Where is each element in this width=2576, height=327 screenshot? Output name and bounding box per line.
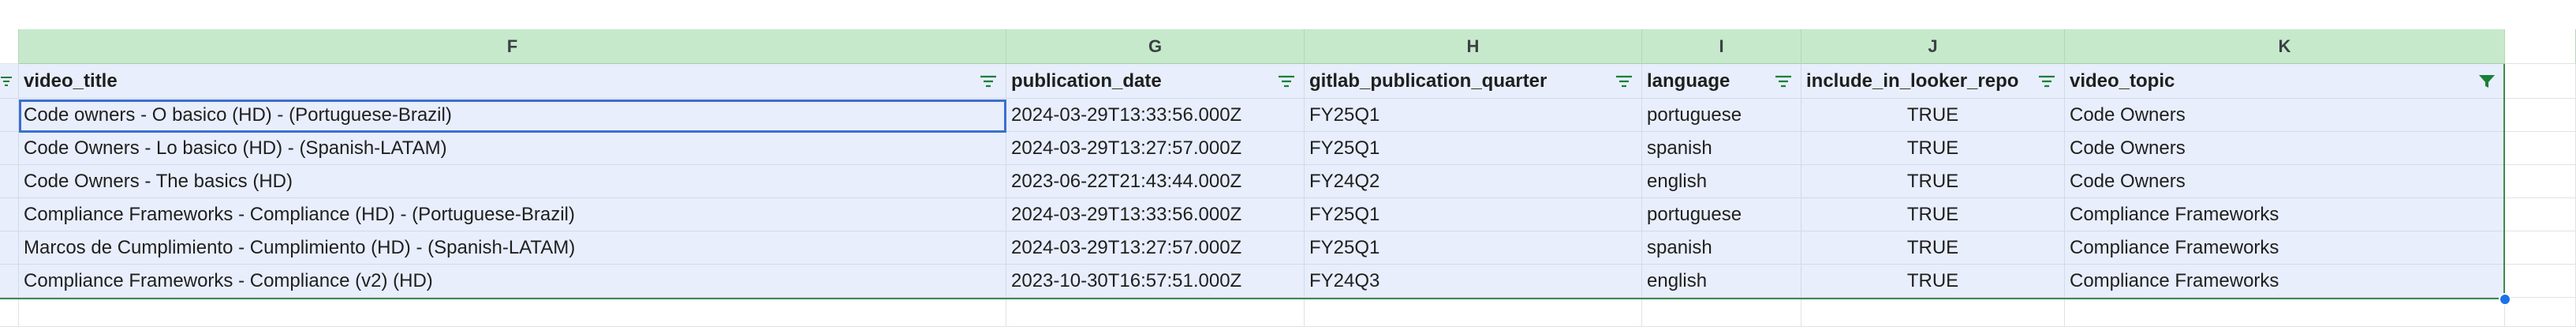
column-header-blank[interactable] bbox=[2505, 29, 2576, 64]
filter-lines-icon[interactable] bbox=[1277, 75, 1296, 88]
table-row: Marcos de Cumplimiento - Cumplimiento (H… bbox=[0, 231, 2576, 265]
column-header-k[interactable]: K bbox=[2065, 29, 2505, 64]
header-cell-video-topic[interactable]: video_topic bbox=[2065, 64, 2505, 99]
cell-video-topic[interactable]: Code Owners bbox=[2065, 132, 2505, 165]
cell-video-title[interactable]: Marcos de Cumplimiento - Cumplimiento (H… bbox=[19, 231, 1006, 265]
table-row: Code Owners - The basics (HD) 2023-06-22T… bbox=[0, 165, 2576, 198]
column-header-i[interactable]: I bbox=[1642, 29, 1801, 64]
cell-video-topic[interactable]: Code Owners bbox=[2065, 165, 2505, 198]
cell-language[interactable]: english bbox=[1642, 165, 1801, 198]
header-cell-gitlab-publication-quarter[interactable]: gitlab_publication_quarter bbox=[1305, 64, 1642, 99]
empty-cell[interactable] bbox=[1642, 298, 1801, 327]
empty-cell[interactable] bbox=[1006, 298, 1305, 327]
cell-video-topic[interactable]: Compliance Frameworks bbox=[2065, 198, 2505, 231]
cell-gitlab-publication-quarter[interactable]: FY25Q1 bbox=[1305, 132, 1642, 165]
cell-language[interactable]: spanish bbox=[1642, 132, 1801, 165]
empty-cell[interactable] bbox=[2065, 298, 2505, 327]
empty-cell[interactable] bbox=[2505, 64, 2576, 99]
filter-lines-icon[interactable] bbox=[0, 76, 13, 87]
filter-lines-icon[interactable] bbox=[2037, 74, 2056, 88]
empty-cell[interactable] bbox=[2505, 198, 2576, 231]
row-stub-cell[interactable] bbox=[0, 99, 19, 132]
empty-cell[interactable] bbox=[2505, 265, 2576, 298]
funnel-icon[interactable] bbox=[2477, 73, 2496, 89]
header-label: gitlab_publication_quarter bbox=[1309, 70, 1547, 92]
empty-cell[interactable] bbox=[2505, 132, 2576, 165]
cell-video-topic[interactable]: Compliance Frameworks bbox=[2065, 265, 2505, 298]
empty-cell[interactable] bbox=[2505, 99, 2576, 132]
cell-include-in-looker-repo[interactable]: TRUE bbox=[1801, 265, 2065, 298]
header-label: include_in_looker_repo bbox=[1806, 70, 2019, 92]
header-filter-stub[interactable] bbox=[0, 64, 19, 99]
row-stub-cell[interactable] bbox=[0, 231, 19, 265]
cell-video-topic[interactable]: Code Owners bbox=[2065, 99, 2505, 132]
empty-cell[interactable] bbox=[0, 298, 19, 327]
cell-video-topic[interactable]: Compliance Frameworks bbox=[2065, 231, 2505, 265]
empty-cell[interactable] bbox=[1801, 298, 2065, 327]
cell-video-title[interactable]: Compliance Frameworks - Compliance (v2) … bbox=[19, 265, 1006, 298]
cell-video-title[interactable]: Code Owners - The basics (HD) bbox=[19, 165, 1006, 198]
cell-publication-date[interactable]: 2024-03-29T13:27:57.000Z bbox=[1006, 132, 1305, 165]
cell-publication-date[interactable]: 2023-06-22T21:43:44.000Z bbox=[1006, 165, 1305, 198]
formula-bar-edge bbox=[0, 0, 2576, 30]
column-header-f[interactable]: F bbox=[19, 29, 1006, 64]
header-cell-video-title[interactable]: video_title bbox=[19, 64, 1006, 99]
row-stub-cell[interactable] bbox=[0, 165, 19, 198]
empty-cell[interactable] bbox=[2505, 231, 2576, 265]
cell-gitlab-publication-quarter[interactable]: FY24Q2 bbox=[1305, 165, 1642, 198]
header-label: video_title bbox=[24, 70, 118, 92]
selected-cell-outline[interactable] bbox=[19, 100, 1006, 133]
row-stub-cell[interactable] bbox=[0, 265, 19, 298]
cell-publication-date[interactable]: 2024-03-29T13:27:57.000Z bbox=[1006, 231, 1305, 265]
header-cell-language[interactable]: language bbox=[1642, 64, 1801, 99]
empty-row bbox=[0, 298, 2576, 327]
fill-handle[interactable] bbox=[2499, 293, 2511, 306]
cell-gitlab-publication-quarter[interactable]: FY25Q1 bbox=[1305, 198, 1642, 231]
empty-cell[interactable] bbox=[19, 298, 1006, 327]
filter-lines-icon[interactable] bbox=[1615, 75, 1633, 88]
empty-cell[interactable] bbox=[2505, 298, 2576, 327]
header-cell-include-in-looker-repo[interactable]: include_in_looker_repo bbox=[1801, 64, 2065, 99]
header-label: video_topic bbox=[2070, 70, 2175, 92]
row-header-corner[interactable] bbox=[0, 29, 19, 64]
cell-publication-date[interactable]: 2024-03-29T13:33:56.000Z bbox=[1006, 99, 1305, 132]
table-header-row: video_title publication_date gitlab_publ… bbox=[0, 64, 2576, 99]
cell-language[interactable]: portuguese bbox=[1642, 198, 1801, 231]
cell-include-in-looker-repo[interactable]: TRUE bbox=[1801, 99, 2065, 132]
filter-lines-icon[interactable] bbox=[1774, 75, 1793, 88]
cell-language[interactable]: english bbox=[1642, 265, 1801, 298]
header-label: language bbox=[1647, 70, 1730, 92]
table-row: Code Owners - Lo basico (HD) - (Spanish-… bbox=[0, 132, 2576, 165]
cell-gitlab-publication-quarter[interactable]: FY24Q3 bbox=[1305, 265, 1642, 298]
column-header-h[interactable]: H bbox=[1305, 29, 1642, 64]
cell-publication-date[interactable]: 2023-10-30T16:57:51.000Z bbox=[1006, 265, 1305, 298]
cell-video-title[interactable]: Code Owners - Lo basico (HD) - (Spanish-… bbox=[19, 132, 1006, 165]
cell-language[interactable]: portuguese bbox=[1642, 99, 1801, 132]
spreadsheet-grid: F G H I J K video_title publication_date… bbox=[0, 0, 2576, 327]
cell-include-in-looker-repo[interactable]: TRUE bbox=[1801, 132, 2065, 165]
cell-video-title[interactable]: Compliance Frameworks - Compliance (HD) … bbox=[19, 198, 1006, 231]
row-stub-cell[interactable] bbox=[0, 198, 19, 231]
header-cell-publication-date[interactable]: publication_date bbox=[1006, 64, 1305, 99]
table-row: Compliance Frameworks - Compliance (v2) … bbox=[0, 265, 2576, 298]
empty-cell[interactable] bbox=[1305, 298, 1642, 327]
empty-cell[interactable] bbox=[2505, 165, 2576, 198]
table-row: Compliance Frameworks - Compliance (HD) … bbox=[0, 198, 2576, 231]
cell-publication-date[interactable]: 2024-03-29T13:33:56.000Z bbox=[1006, 198, 1305, 231]
cell-language[interactable]: spanish bbox=[1642, 231, 1801, 265]
cell-gitlab-publication-quarter[interactable]: FY25Q1 bbox=[1305, 231, 1642, 265]
filter-lines-icon[interactable] bbox=[979, 75, 998, 88]
cell-include-in-looker-repo[interactable]: TRUE bbox=[1801, 165, 2065, 198]
column-header-j[interactable]: J bbox=[1801, 29, 2065, 64]
cell-include-in-looker-repo[interactable]: TRUE bbox=[1801, 231, 2065, 265]
cell-include-in-looker-repo[interactable]: TRUE bbox=[1801, 198, 2065, 231]
row-stub-cell[interactable] bbox=[0, 132, 19, 165]
cell-gitlab-publication-quarter[interactable]: FY25Q1 bbox=[1305, 99, 1642, 132]
column-header-g[interactable]: G bbox=[1006, 29, 1305, 64]
header-label: publication_date bbox=[1011, 70, 1162, 92]
